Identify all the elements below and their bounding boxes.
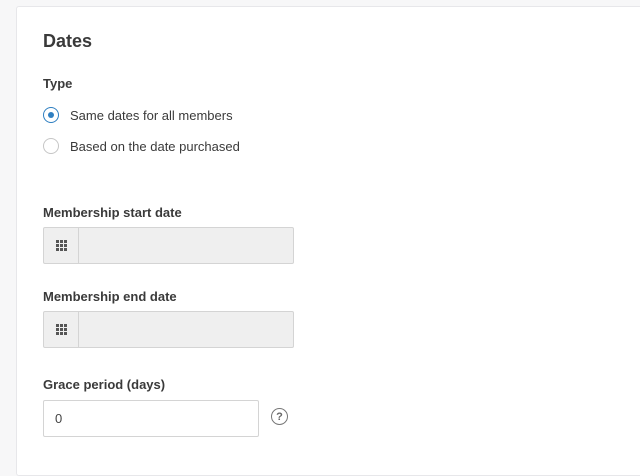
radio-same-dates[interactable]: Same dates for all members — [43, 107, 233, 123]
dates-panel: Dates Type Same dates for all members Ba… — [16, 6, 640, 476]
calendar-button[interactable] — [44, 228, 79, 263]
calendar-button[interactable] — [44, 312, 79, 347]
calendar-grid-icon — [55, 240, 67, 251]
end-date-input[interactable] — [79, 312, 293, 347]
end-date-field[interactable] — [43, 311, 294, 348]
end-date-label: Membership end date — [43, 289, 177, 304]
start-date-label: Membership start date — [43, 205, 182, 220]
help-icon[interactable]: ? — [271, 408, 288, 425]
radio-unchecked-icon[interactable] — [43, 138, 59, 154]
section-title: Dates — [43, 31, 93, 51]
radio-checked-icon[interactable] — [43, 107, 59, 123]
start-date-input[interactable] — [79, 228, 293, 263]
radio-date-purchased-label: Based on the date purchased — [70, 138, 240, 154]
calendar-grid-icon — [55, 324, 67, 335]
grace-period-label: Grace period (days) — [43, 377, 166, 392]
radio-same-dates-label: Same dates for all members — [70, 107, 233, 123]
type-label: Type — [43, 76, 73, 91]
start-date-field[interactable] — [43, 227, 294, 264]
radio-date-purchased[interactable]: Based on the date purchased — [43, 138, 240, 154]
grace-period-input[interactable] — [43, 400, 259, 437]
